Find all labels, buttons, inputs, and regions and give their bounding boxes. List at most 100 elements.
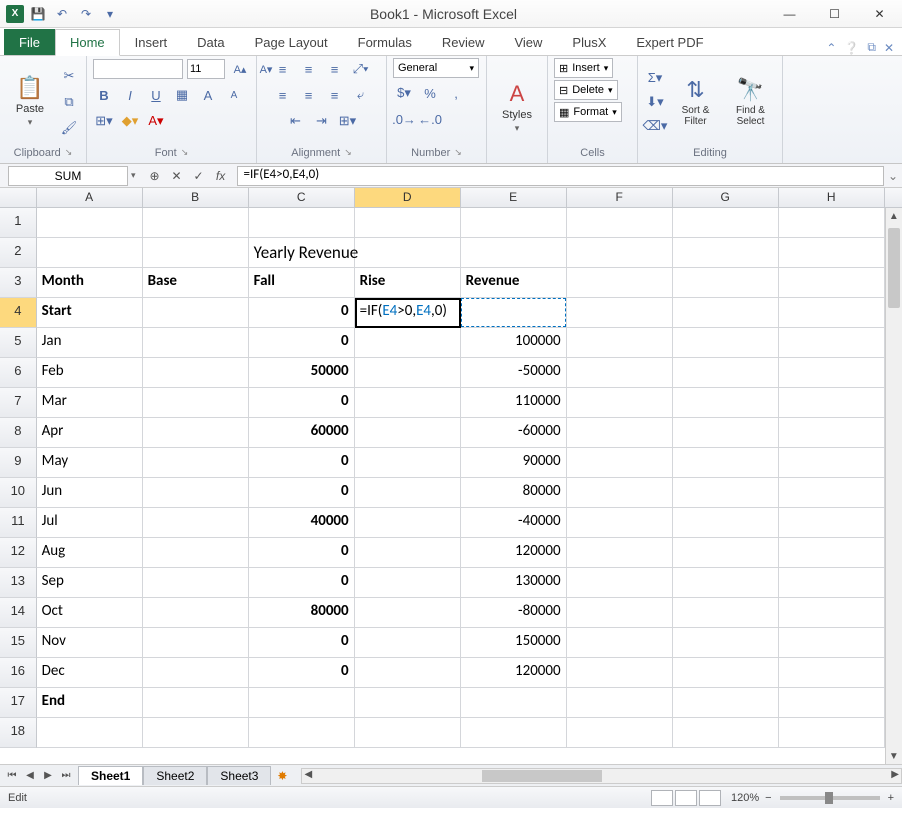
cell-B6[interactable] (143, 358, 249, 388)
bold-button[interactable]: B (93, 84, 115, 106)
cell-E3[interactable]: Revenue (461, 268, 567, 298)
tab-expertpdf[interactable]: Expert PDF (621, 29, 718, 55)
cell-C2[interactable]: Yearly Revenue (249, 238, 355, 268)
undo-icon[interactable]: ↶ (52, 4, 72, 24)
cell-G16[interactable] (673, 658, 779, 688)
tab-review[interactable]: Review (427, 29, 500, 55)
decrease-indent-icon[interactable]: ⇤ (285, 110, 307, 132)
cell-G13[interactable] (673, 568, 779, 598)
zoom-slider[interactable] (780, 796, 880, 800)
cell-B18[interactable] (143, 718, 249, 748)
font-family-select[interactable] (93, 59, 183, 79)
alignment-launcher-icon[interactable]: ↘ (344, 147, 352, 159)
copy-icon[interactable]: ⧉ (58, 91, 80, 113)
row-header-7[interactable]: 7 (0, 388, 37, 418)
zoom-in-icon[interactable]: + (888, 792, 894, 804)
sheet-last-icon[interactable]: ⏭ (58, 768, 74, 784)
cell-C13[interactable]: 0 (249, 568, 355, 598)
format-cells-button[interactable]: ▦Format▾ (554, 102, 622, 122)
column-header-F[interactable]: F (567, 188, 673, 207)
cell-D9[interactable] (355, 448, 461, 478)
cell-C5[interactable]: 0 (249, 328, 355, 358)
paste-button[interactable]: 📋 Paste ▾ (6, 66, 54, 138)
cell-B1[interactable] (143, 208, 249, 238)
cell-A5[interactable]: Jan (37, 328, 143, 358)
hscroll-thumb[interactable] (482, 770, 602, 782)
zoom-level[interactable]: 120% (731, 792, 759, 804)
merge-icon[interactable]: ⊞▾ (337, 110, 359, 132)
cell-C16[interactable]: 0 (249, 658, 355, 688)
cell-G2[interactable] (673, 238, 779, 268)
cell-A3[interactable]: Month (37, 268, 143, 298)
cell-H18[interactable] (779, 718, 885, 748)
font-large-a-icon[interactable]: A (197, 84, 219, 106)
minimize-button[interactable]: — (767, 0, 812, 28)
cell-G10[interactable] (673, 478, 779, 508)
cell-A15[interactable]: Nov (37, 628, 143, 658)
row-header-6[interactable]: 6 (0, 358, 37, 388)
cell-H9[interactable] (779, 448, 885, 478)
cell-B2[interactable] (143, 238, 249, 268)
tab-data[interactable]: Data (182, 29, 239, 55)
row-header-9[interactable]: 9 (0, 448, 37, 478)
align-bottom-icon[interactable]: ≡ (324, 58, 346, 80)
align-left-icon[interactable]: ≡ (272, 84, 294, 106)
cell-B5[interactable] (143, 328, 249, 358)
sheet-prev-icon[interactable]: ◀ (22, 768, 38, 784)
cell-B3[interactable]: Base (143, 268, 249, 298)
cell-D16[interactable] (355, 658, 461, 688)
cell-G4[interactable] (673, 298, 779, 328)
wrap-text-icon[interactable]: ⤶ (350, 84, 372, 106)
number-launcher-icon[interactable]: ↘ (454, 147, 462, 159)
tab-formulas[interactable]: Formulas (343, 29, 427, 55)
cell-B15[interactable] (143, 628, 249, 658)
underline-button[interactable]: U (145, 84, 167, 106)
cell-E6[interactable]: -50000 (461, 358, 567, 388)
delete-cells-button[interactable]: ⊟Delete▾ (554, 80, 618, 100)
increase-indent-icon[interactable]: ⇥ (311, 110, 333, 132)
cell-A9[interactable]: May (37, 448, 143, 478)
cell-H8[interactable] (779, 418, 885, 448)
cell-D18[interactable] (355, 718, 461, 748)
row-header-12[interactable]: 12 (0, 538, 37, 568)
row-header-11[interactable]: 11 (0, 508, 37, 538)
cell-F7[interactable] (567, 388, 673, 418)
cell-F17[interactable] (567, 688, 673, 718)
cell-F6[interactable] (567, 358, 673, 388)
maximize-button[interactable]: ☐ (812, 0, 857, 28)
scroll-down-icon[interactable]: ▼ (886, 748, 902, 764)
page-break-view-icon[interactable] (699, 790, 721, 806)
number-format-select[interactable]: General▾ (393, 58, 479, 78)
cell-F14[interactable] (567, 598, 673, 628)
cell-G9[interactable] (673, 448, 779, 478)
align-middle-icon[interactable]: ≡ (298, 58, 320, 80)
cell-D5[interactable] (355, 328, 461, 358)
cell-B4[interactable] (143, 298, 249, 328)
cell-E8[interactable]: -60000 (461, 418, 567, 448)
cell-H11[interactable] (779, 508, 885, 538)
formula-input[interactable]: =IF(E4>0,E4,0) (237, 166, 884, 186)
font-small-a-icon[interactable]: A (223, 84, 245, 106)
cell-E18[interactable] (461, 718, 567, 748)
help-icon[interactable]: ❔ (844, 41, 859, 55)
scroll-up-icon[interactable]: ▲ (886, 208, 902, 224)
cell-C4[interactable]: 0 (249, 298, 355, 328)
sheet-first-icon[interactable]: ⏮ (4, 768, 20, 784)
border-dropdown-icon[interactable]: ⊞▾ (93, 110, 115, 132)
cell-A13[interactable]: Sep (37, 568, 143, 598)
row-header-1[interactable]: 1 (0, 208, 37, 238)
sheet-tab-2[interactable]: Sheet2 (143, 766, 207, 785)
hscroll-left-icon[interactable]: ◀ (304, 769, 312, 780)
vertical-scrollbar[interactable]: ▲ ▼ (885, 208, 902, 764)
page-layout-view-icon[interactable] (675, 790, 697, 806)
cell-E5[interactable]: 100000 (461, 328, 567, 358)
cell-E14[interactable]: -80000 (461, 598, 567, 628)
normal-view-icon[interactable] (651, 790, 673, 806)
cell-A7[interactable]: Mar (37, 388, 143, 418)
cell-H10[interactable] (779, 478, 885, 508)
tab-plusx[interactable]: PlusX (557, 29, 621, 55)
cell-A16[interactable]: Dec (37, 658, 143, 688)
name-box[interactable]: SUM (8, 166, 128, 186)
cell-C14[interactable]: 80000 (249, 598, 355, 628)
cell-F1[interactable] (567, 208, 673, 238)
